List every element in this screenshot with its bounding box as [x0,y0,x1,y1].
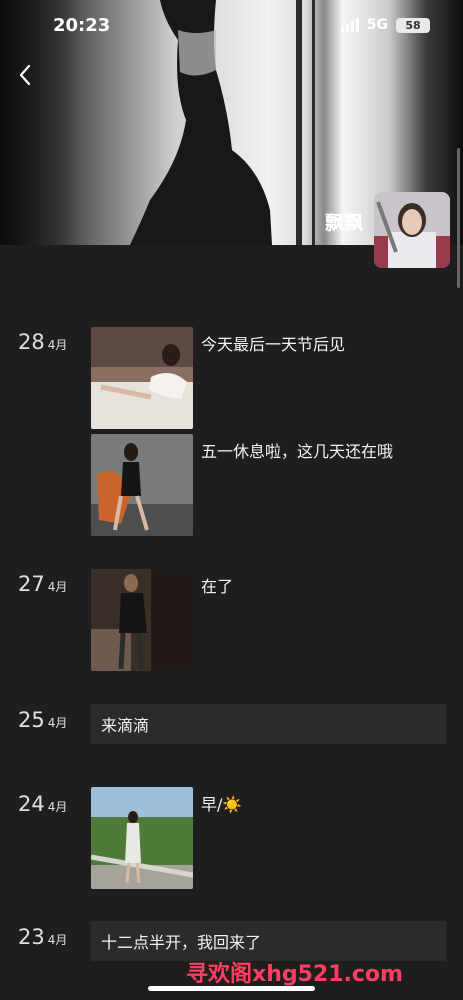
photo-post[interactable]: 五一休息啦，这几天还在哦 [91,434,393,536]
date-day: 24 [18,792,45,816]
post-thumbnail [91,569,193,671]
post-caption: 早/☀️ [201,795,243,814]
date-month: 4月 [47,933,68,947]
date-month: 4月 [47,800,68,814]
entry-date: 24 4月 [18,792,67,816]
post-caption: 今天最后一天节后见 [201,335,346,354]
window-frame [312,0,315,245]
date-month: 4月 [47,716,68,730]
profile-name: 飘飘 [324,212,363,234]
chevron-left-icon [19,64,31,86]
signal-icon [340,18,359,32]
photo-post[interactable]: 今天最后一天节后见 [91,327,345,429]
date-month: 4月 [47,338,68,352]
photo-post[interactable]: 早/☀️ [91,787,242,889]
post-caption: 在了 [201,577,234,596]
entry-date: 27 4月 [18,572,67,596]
date-month: 4月 [47,580,68,594]
text-post[interactable]: 来滴滴 [91,704,446,744]
status-icons: 5G 58 [340,17,430,33]
entry-date: 28 4月 [18,330,67,354]
post-thumbnail [91,434,193,536]
date-day: 23 [18,925,45,949]
window-frame [296,0,302,245]
network-type: 5G [366,17,388,33]
entry-date: 25 4月 [18,708,67,732]
date-day: 28 [18,330,45,354]
back-button[interactable] [12,60,38,90]
post-thumbnail [91,787,193,889]
home-indicator[interactable] [148,986,315,991]
post-thumbnail [91,327,193,429]
watermark: 寻欢阁xhg521.com [186,962,403,987]
photo-post[interactable]: 在了 [91,569,233,671]
entry-date: 23 4月 [18,925,67,949]
cover-silhouette [130,0,272,245]
status-time: 20:23 [53,15,111,36]
date-day: 27 [18,572,45,596]
scrollbar[interactable] [457,148,460,288]
battery-icon: 58 [396,17,430,33]
text-post[interactable]: 十二点半开，我回来了 [91,921,446,961]
date-day: 25 [18,708,45,732]
avatar[interactable] [374,192,450,268]
post-caption: 五一休息啦，这几天还在哦 [201,442,394,461]
